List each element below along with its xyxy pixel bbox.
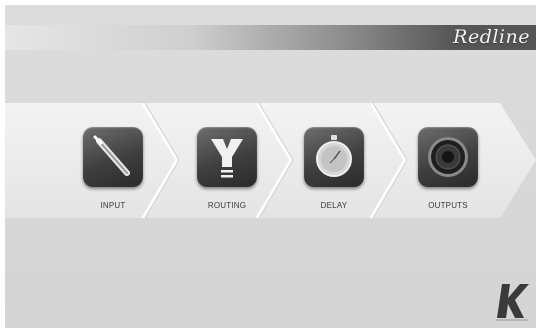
stopwatch-icon [316,135,352,177]
step-delay[interactable]: DELAY [290,127,380,217]
k-array-logo [494,278,530,322]
outputs-button[interactable] [418,127,478,187]
workflow-band: INPUT ROUTING DELAY OUTPUTS [5,103,536,218]
header-bar: Redline [5,25,536,50]
delay-button[interactable] [304,127,364,187]
jack-cable-icon [93,135,130,176]
step-outputs[interactable]: OUTPUTS [404,127,494,217]
input-button[interactable] [83,127,143,187]
step-label-routing: ROUTING [207,201,247,210]
speaker-icon [428,137,468,177]
step-label-delay: DELAY [320,201,348,210]
step-label-input: INPUT [100,201,126,210]
app-frame: Redline INPUT ROUTING DELAY OUTPUTS [5,5,536,328]
routing-button[interactable] [197,127,257,187]
routing-arrows-icon [211,139,243,178]
step-input[interactable]: INPUT [69,127,159,217]
step-label-outputs: OUTPUTS [428,201,468,210]
brand-title: Redline [453,26,530,48]
step-routing[interactable]: ROUTING [183,127,273,217]
